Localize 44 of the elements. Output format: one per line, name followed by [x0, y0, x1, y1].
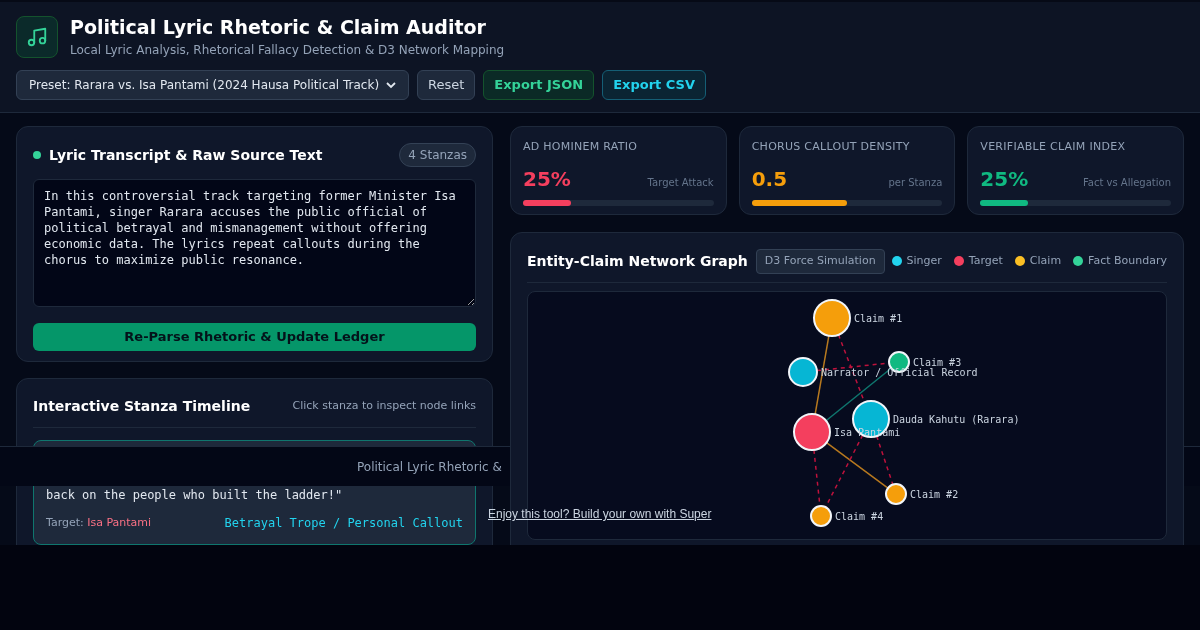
graph-node[interactable] [793, 412, 831, 451]
node-label: Claim #3 [913, 356, 962, 368]
card-title: Interactive Stanza Timeline [33, 397, 251, 416]
node-label: Isa Pantami [834, 426, 901, 438]
music-note-icon [16, 15, 58, 58]
toolbar-button[interactable]: Reset [417, 70, 476, 100]
app-subtitle: Local Lyric Analysis, Rhetorical Fallacy Detection & D3 Network Mapping [70, 42, 505, 58]
node-label: Claim #1 [854, 312, 903, 324]
card-title: Entity-Claim Network Graph [527, 251, 748, 271]
stanza-count-badge: 4 Stanzas [399, 143, 476, 167]
lyric-text-field[interactable]: In this controversial track targeting former Minister Isa Pantami, singer Rarara accuses the public official of political betrayal and mismanagement without offering economic data. The lyrics repeat callouts during the chorus to maximize public resonance. [33, 179, 476, 307]
preset-dropdown[interactable]: Preset: Rarara vs. Isa Pantami (2024 Hausa Political Track) [16, 70, 409, 100]
metric-unit: Fact vs Allegation [1082, 175, 1171, 190]
metric-unit: Target Attack [647, 175, 714, 190]
metric-value: 25% [523, 165, 571, 193]
legend-label: Fact Boundary [1088, 253, 1167, 269]
chevron-down-icon [386, 80, 396, 90]
metric-label: AD HOMINEM RATIO [523, 139, 639, 155]
app-title: Political Lyric Rhetoric & Claim Auditor [70, 15, 487, 39]
stanza-target: Target: Isa Pantami [46, 514, 152, 531]
toolbar-button[interactable]: Export JSON [483, 70, 595, 100]
node-label: Dauda Kahutu (Rarara) [893, 413, 1020, 425]
metric-label: CHORUS CALLOUT DENSITY [751, 139, 911, 155]
trope-label: Betrayal Trope / Personal Callout [224, 515, 463, 532]
metric-value: 0.5 [751, 165, 788, 193]
stanza-lyric: back on the people who built the ladder!" [46, 487, 344, 504]
reparse-button[interactable]: Re-Parse Rhetoric & Update Ledger [33, 323, 476, 351]
simulation-badge: D3 Force Simulation [755, 249, 885, 274]
graph-node[interactable] [788, 356, 818, 387]
metric-label: VERIFIABLE CLAIM INDEX [980, 139, 1127, 155]
graph-node[interactable] [885, 482, 907, 505]
toolbar-button[interactable]: Export CSV [602, 70, 706, 100]
graph-node[interactable] [813, 298, 851, 337]
graph-node[interactable] [810, 504, 832, 527]
card-title: Lyric Transcript & Raw Source Text [49, 145, 323, 165]
legend-label: Claim [1029, 253, 1062, 269]
legend-label: Singer [906, 253, 942, 269]
timeline-hint: Click stanza to inspect node links [292, 398, 476, 415]
node-label: Claim #4 [835, 510, 884, 522]
node-label: Claim #2 [910, 488, 959, 500]
promo-link[interactable]: Enjoy this tool? Build your own with Super [488, 505, 712, 523]
legend-label: Target [968, 253, 1003, 269]
metric-value: 25% [980, 165, 1029, 193]
metric-unit: per Stanza [888, 175, 943, 190]
